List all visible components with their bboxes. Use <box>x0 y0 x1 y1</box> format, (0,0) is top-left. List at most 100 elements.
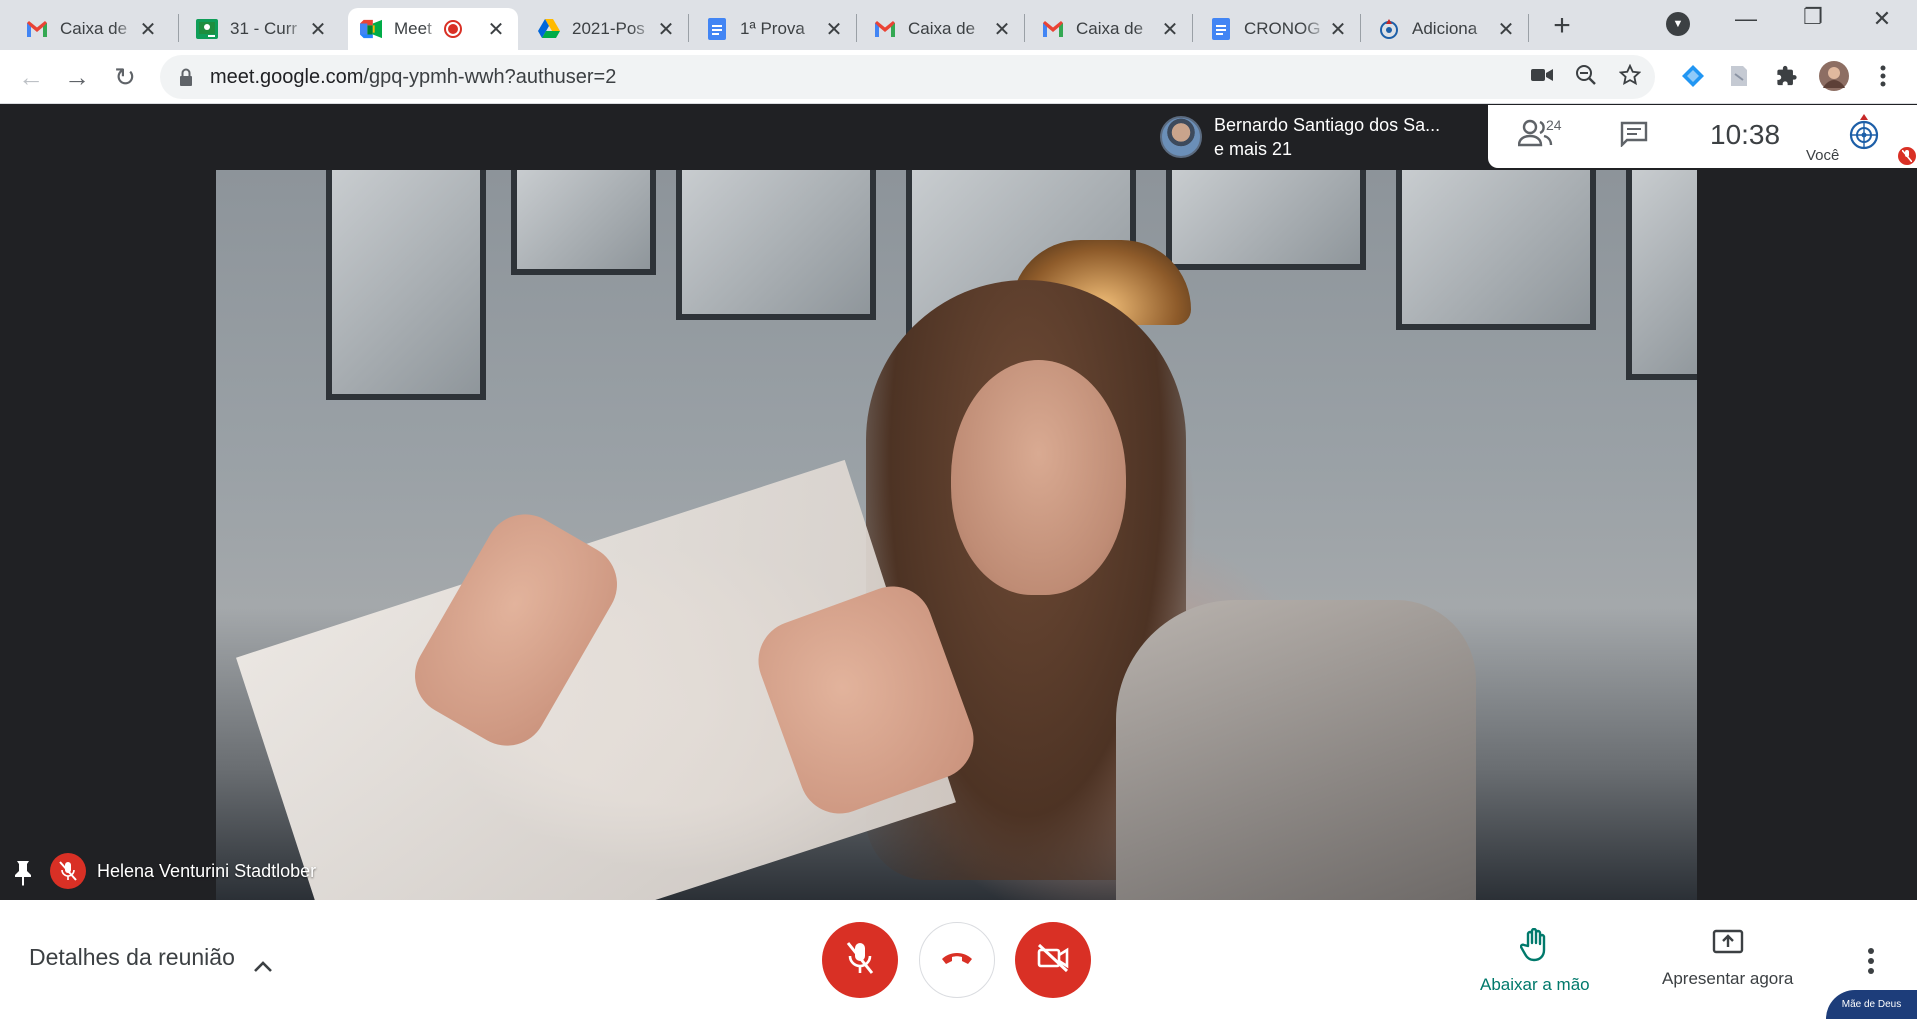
tab-title: Adiciona <box>1412 19 1478 38</box>
lower-hand-label: Abaixar a mão <box>1480 975 1590 994</box>
meeting-details-label: Detalhes da reunião <box>29 944 235 970</box>
tab-gmail-2[interactable]: Caixa de ✕ <box>862 8 1024 50</box>
recording-icon <box>444 20 462 38</box>
tab-docs-cronog[interactable]: CRONOG ✕ <box>1198 8 1360 50</box>
docs-icon <box>1210 18 1232 40</box>
url-host: meet.google.com <box>210 65 364 88</box>
mic-off-icon <box>845 941 875 980</box>
presenter-name: Bernardo Santiago dos Sa... <box>1214 114 1441 135</box>
camera-in-use-icon[interactable] <box>1531 67 1553 88</box>
gmail-icon <box>26 18 48 40</box>
gmail-icon <box>1042 18 1064 40</box>
tab-drive[interactable]: 2021-Pos ✕ <box>526 8 688 50</box>
url-path: /gpq-ypmh-wwh?authuser=2 <box>363 65 617 88</box>
hang-up-icon <box>940 950 974 971</box>
extensions-puzzle-icon[interactable] <box>1772 61 1802 91</box>
close-icon[interactable]: ✕ <box>308 17 328 42</box>
raise-hand-icon <box>1519 927 1550 967</box>
tab-search-button[interactable]: ▼ <box>1666 12 1690 36</box>
self-label: Você <box>1806 147 1840 164</box>
self-view-tile[interactable]: Você <box>1806 107 1917 168</box>
meet-stage: Helena Venturini Stadtlober Bernardo San… <box>0 105 1917 900</box>
meeting-details-button[interactable]: Detalhes da reunião <box>29 944 273 972</box>
url-text[interactable]: meet.google.com/gpq-ypmh-wwh?authuser=2 <box>210 66 616 89</box>
person-face <box>951 360 1126 595</box>
close-icon[interactable]: ✕ <box>1160 17 1180 42</box>
toggle-camera-button[interactable] <box>1015 922 1091 998</box>
present-screen-icon <box>1712 928 1744 961</box>
restore-button[interactable]: ❐ <box>1793 4 1833 30</box>
wall-mirror <box>1626 170 1697 380</box>
profile-avatar[interactable] <box>1819 61 1849 91</box>
meet-icon <box>360 18 382 40</box>
camera-off-icon <box>1036 943 1070 978</box>
close-window-button[interactable]: ✕ <box>1862 6 1902 32</box>
tab-title: Caixa de <box>908 19 976 38</box>
tab-title: Meet <box>394 19 432 38</box>
chat-icon[interactable] <box>1620 121 1650 149</box>
tab-classroom[interactable]: 31 - Curr ✕ <box>184 8 340 50</box>
school-logo-icon <box>1378 18 1400 40</box>
browser-toolbar: ← → ↻ meet.google.com/gpq-ypmh-wwh?authu… <box>0 50 1917 104</box>
meeting-clock: 10:38 <box>1710 119 1781 150</box>
back-button[interactable]: ← <box>16 62 46 92</box>
browser-tab-strip: Caixa de ✕ 31 - Curr ✕ Meet ✕ 2021-Pos ✕… <box>0 0 1917 50</box>
school-logo-icon <box>1846 113 1882 153</box>
bookmark-star-icon[interactable] <box>1618 63 1642 91</box>
pin-icon[interactable] <box>12 860 34 886</box>
meeting-controls-bar: Detalhes da reunião Abaixar a mão Aprese… <box>0 900 1917 1019</box>
more-options-icon[interactable] <box>1868 948 1876 974</box>
self-muted-icon <box>1898 147 1916 165</box>
close-icon[interactable]: ✕ <box>138 17 158 42</box>
close-icon[interactable]: ✕ <box>656 17 676 42</box>
presenter-chip[interactable]: Bernardo Santiago dos Sa... e mais 21 <box>1150 105 1488 168</box>
tab-title: Caixa de <box>60 19 128 38</box>
tab-meet-active[interactable]: Meet ✕ <box>348 8 518 50</box>
tab-docs-prova[interactable]: 1ª Prova ✕ <box>694 8 856 50</box>
close-icon[interactable]: ✕ <box>824 17 844 42</box>
person-sweater <box>1116 600 1476 900</box>
tab-title: 2021-Pos <box>572 19 645 38</box>
tab-title: Caixa de <box>1076 19 1144 38</box>
forward-button[interactable]: → <box>62 62 92 92</box>
docs-icon <box>706 18 728 40</box>
wall-mirror <box>1396 170 1596 330</box>
wall-mirror <box>511 170 656 275</box>
extension-diamond-icon[interactable] <box>1678 61 1708 91</box>
new-tab-button[interactable]: + <box>1547 9 1577 43</box>
school-brand-badge: Mãe de Deus <box>1826 990 1917 1019</box>
lower-hand-button[interactable]: Abaixar a mão <box>1480 927 1590 995</box>
presenter-avatar <box>1160 115 1202 158</box>
main-video-feed[interactable] <box>216 170 1697 900</box>
wall-mirror <box>676 170 876 320</box>
tab-adiciona[interactable]: Adiciona ✕ <box>1366 8 1528 50</box>
tab-title: 31 - Curr <box>230 19 298 38</box>
classroom-icon <box>196 18 218 40</box>
tab-title: 1ª Prova <box>740 19 805 38</box>
close-icon[interactable]: ✕ <box>486 17 506 42</box>
address-bar[interactable]: meet.google.com/gpq-ypmh-wwh?authuser=2 <box>160 55 1655 99</box>
tab-gmail-1[interactable]: Caixa de ✕ <box>14 8 170 50</box>
toggle-microphone-button[interactable] <box>822 922 898 998</box>
close-icon[interactable]: ✕ <box>1496 17 1516 42</box>
zoom-icon[interactable] <box>1575 64 1597 91</box>
tab-title: CRONOG <box>1244 19 1321 38</box>
present-now-label: Apresentar agora <box>1662 969 1794 988</box>
extension-tag-icon[interactable] <box>1724 61 1754 91</box>
lock-icon[interactable] <box>178 67 194 87</box>
leave-call-button[interactable] <box>919 922 995 998</box>
tab-gmail-3[interactable]: Caixa de ✕ <box>1030 8 1192 50</box>
gmail-icon <box>874 18 896 40</box>
wall-mirror <box>1166 170 1366 270</box>
chevron-up-icon <box>253 952 273 972</box>
close-icon[interactable]: ✕ <box>1328 17 1348 42</box>
reload-button[interactable]: ↻ <box>110 62 140 92</box>
present-now-button[interactable]: Apresentar agora <box>1662 928 1793 989</box>
brand-text: Mãe de Deus <box>1841 999 1902 1010</box>
minimize-button[interactable]: ― <box>1726 6 1766 32</box>
presenter-others: e mais 21 <box>1214 138 1293 159</box>
meet-top-panel: 24 10:38 Você <box>1488 105 1917 168</box>
browser-menu-icon[interactable] <box>1868 61 1898 91</box>
close-icon[interactable]: ✕ <box>992 17 1012 42</box>
speaker-muted-icon <box>50 853 86 889</box>
